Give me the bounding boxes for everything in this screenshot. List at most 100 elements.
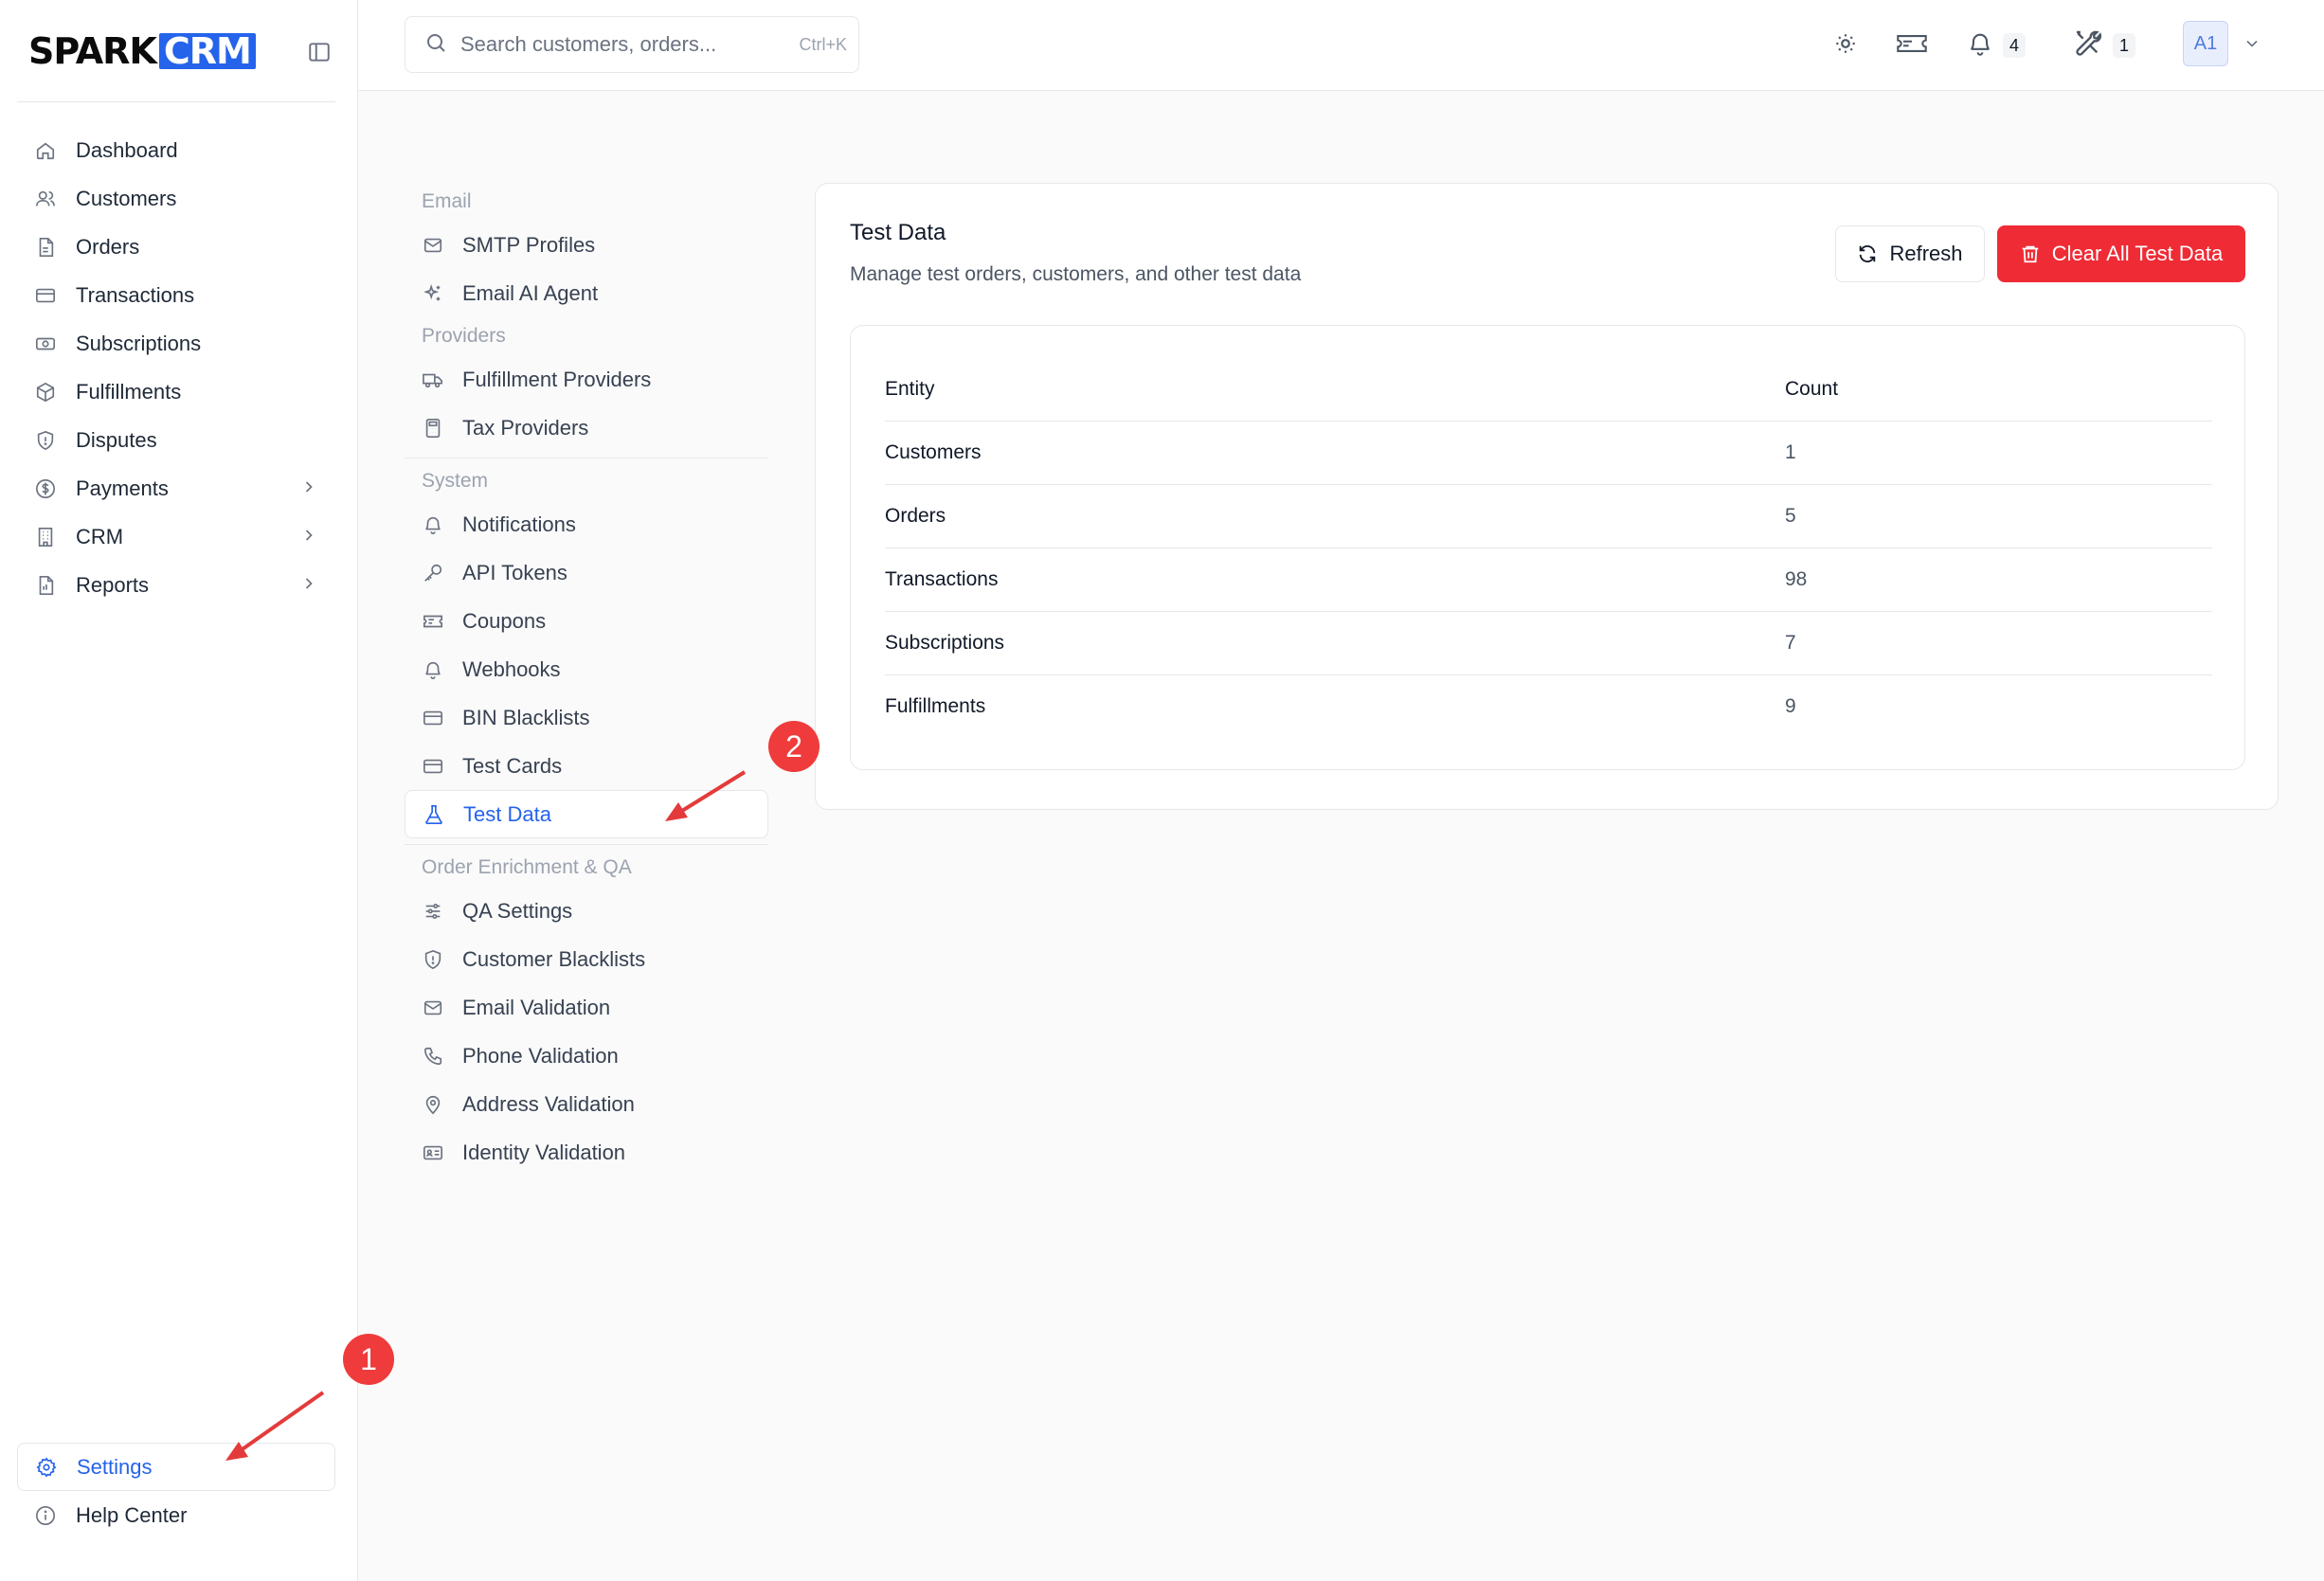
- sidebar-item-crm[interactable]: CRM: [17, 512, 335, 561]
- table-row: Transactions 98: [885, 548, 2212, 612]
- sidebar-item-label: Transactions: [76, 282, 195, 307]
- sidebar-item-fulfillments[interactable]: Fulfillments: [17, 368, 335, 416]
- home-icon: [34, 139, 57, 162]
- entity-cell: Fulfillments: [885, 694, 986, 717]
- entity-cell: Transactions: [885, 548, 1785, 612]
- chevron-right-icon: [299, 526, 318, 550]
- settings-item-label: Tax Providers: [462, 415, 589, 440]
- tools-icon: [2073, 28, 2103, 63]
- sidebar-item-dashboard[interactable]: Dashboard: [17, 126, 335, 174]
- sidebar-item-label: CRM: [76, 524, 124, 548]
- sidebar-toggle-icon[interactable]: [303, 36, 335, 68]
- info-icon: [34, 1504, 57, 1527]
- logo-row: SPARK CRM: [28, 27, 332, 76]
- test-data-card: Test Data Manage test orders, customers,…: [815, 183, 2279, 810]
- report-icon: [34, 574, 57, 597]
- theme-toggle-button[interactable]: [1833, 23, 1858, 68]
- search-box[interactable]: Ctrl+K: [405, 16, 859, 73]
- settings-item-label: Coupons: [462, 608, 547, 633]
- bell-icon: [422, 658, 444, 681]
- settings-item-coupons[interactable]: Coupons: [405, 597, 768, 645]
- key-icon: [422, 562, 444, 584]
- settings-menu: Email SMTP Profiles Email AI Agent Provi…: [405, 183, 768, 1177]
- sidebar-item-subscriptions[interactable]: Subscriptions: [17, 319, 335, 368]
- settings-item-test-data[interactable]: Test Data: [405, 790, 768, 838]
- notifications-button[interactable]: 4: [1967, 23, 2026, 68]
- sidebar-item-disputes[interactable]: Disputes: [17, 416, 335, 464]
- settings-item-smtp-profiles[interactable]: SMTP Profiles: [405, 221, 768, 269]
- sidebar-item-reports[interactable]: Reports: [17, 561, 335, 609]
- settings-item-tax-providers[interactable]: Tax Providers: [405, 404, 768, 452]
- settings-item-label: QA Settings: [462, 898, 573, 923]
- table-row: Fulfillments 9: [885, 674, 2212, 738]
- settings-item-bin-blacklists[interactable]: BIN Blacklists: [405, 693, 768, 742]
- shield-icon: [422, 948, 444, 971]
- trash-icon: [2020, 243, 2041, 264]
- sidebar-item-settings[interactable]: Settings: [17, 1443, 335, 1491]
- refresh-button[interactable]: Refresh: [1835, 225, 1985, 282]
- sidebar-item-payments[interactable]: Payments: [17, 464, 335, 512]
- sidebar-item-label: Orders: [76, 234, 140, 259]
- building-icon: [34, 526, 57, 548]
- credit-card-icon: [422, 755, 444, 778]
- gear-icon: [35, 1456, 58, 1479]
- settings-item-identity-validation[interactable]: Identity Validation: [405, 1128, 768, 1177]
- sidebar: SPARK CRM Dashboard Customers Orders Tra…: [0, 0, 358, 1581]
- sidebar-item-label: Disputes: [76, 427, 157, 452]
- settings-item-email-validation[interactable]: Email Validation: [405, 983, 768, 1032]
- bell-icon: [1967, 30, 1993, 62]
- settings-item-address-validation[interactable]: Address Validation: [405, 1080, 768, 1128]
- count-cell: 5: [1785, 484, 2212, 548]
- chevron-down-icon[interactable]: [2243, 34, 2261, 58]
- brand-logo[interactable]: SPARK CRM: [28, 30, 256, 72]
- dollar-circle-icon: [34, 477, 57, 500]
- column-header-entity: Entity: [885, 358, 1785, 422]
- settings-item-webhooks[interactable]: Webhooks: [405, 645, 768, 693]
- test-data-table: Entity Count Customers 1 Orders 5 Transa…: [885, 358, 2212, 738]
- entity-cell: Subscriptions: [885, 611, 1785, 675]
- sidebar-item-customers[interactable]: Customers: [17, 174, 335, 223]
- chevron-right-icon: [299, 574, 318, 599]
- clear-all-test-data-button[interactable]: Clear All Test Data: [1997, 225, 2245, 282]
- search-input[interactable]: [460, 32, 773, 57]
- bottom-nav: Settings Help Center: [17, 1443, 335, 1539]
- settings-item-label: BIN Blacklists: [462, 705, 590, 729]
- refresh-icon: [1857, 243, 1878, 264]
- settings-item-qa-settings[interactable]: QA Settings: [405, 887, 768, 935]
- sparkles-icon: [422, 282, 444, 305]
- settings-item-label: API Tokens: [462, 560, 567, 584]
- table-row: Orders 5: [885, 484, 2212, 548]
- sidebar-item-label: Customers: [76, 186, 177, 210]
- clear-all-button-label: Clear All Test Data: [2051, 242, 2224, 265]
- credit-card-icon: [34, 284, 57, 307]
- banknote-icon: [34, 332, 57, 355]
- settings-item-email-ai-agent[interactable]: Email AI Agent: [405, 269, 768, 317]
- count-cell: 9: [1785, 694, 1796, 717]
- sidebar-item-transactions[interactable]: Transactions: [17, 271, 335, 319]
- avatar[interactable]: A1: [2183, 21, 2228, 66]
- sidebar-item-label: Reports: [76, 572, 150, 597]
- sliders-icon: [422, 900, 444, 923]
- settings-item-test-cards[interactable]: Test Cards: [405, 742, 768, 790]
- settings-item-label: Notifications: [462, 512, 576, 536]
- bell-icon: [422, 513, 444, 536]
- settings-item-api-tokens[interactable]: API Tokens: [405, 548, 768, 597]
- calculator-icon: [422, 417, 444, 440]
- tools-button[interactable]: 1: [2073, 23, 2135, 68]
- section-heading-order-enrichment: Order Enrichment & QA: [422, 856, 632, 878]
- sidebar-item-help-center[interactable]: Help Center: [17, 1491, 335, 1539]
- settings-item-label: Phone Validation: [462, 1043, 619, 1068]
- annotation-marker-1: 1: [343, 1334, 394, 1385]
- main-nav: Dashboard Customers Orders Transactions …: [17, 126, 335, 609]
- settings-item-notifications[interactable]: Notifications: [405, 500, 768, 548]
- settings-item-phone-validation[interactable]: Phone Validation: [405, 1032, 768, 1080]
- section-heading-providers: Providers: [422, 325, 506, 347]
- settings-item-customer-blacklists[interactable]: Customer Blacklists: [405, 935, 768, 983]
- test-data-table-container: Entity Count Customers 1 Orders 5 Transa…: [850, 325, 2245, 770]
- tickets-button[interactable]: [1896, 23, 1928, 68]
- section-divider: [405, 844, 768, 845]
- count-cell: 7: [1785, 611, 2212, 675]
- sidebar-item-orders[interactable]: Orders: [17, 223, 335, 271]
- settings-item-fulfillment-providers[interactable]: Fulfillment Providers: [405, 355, 768, 404]
- settings-item-label: Test Data: [463, 801, 551, 826]
